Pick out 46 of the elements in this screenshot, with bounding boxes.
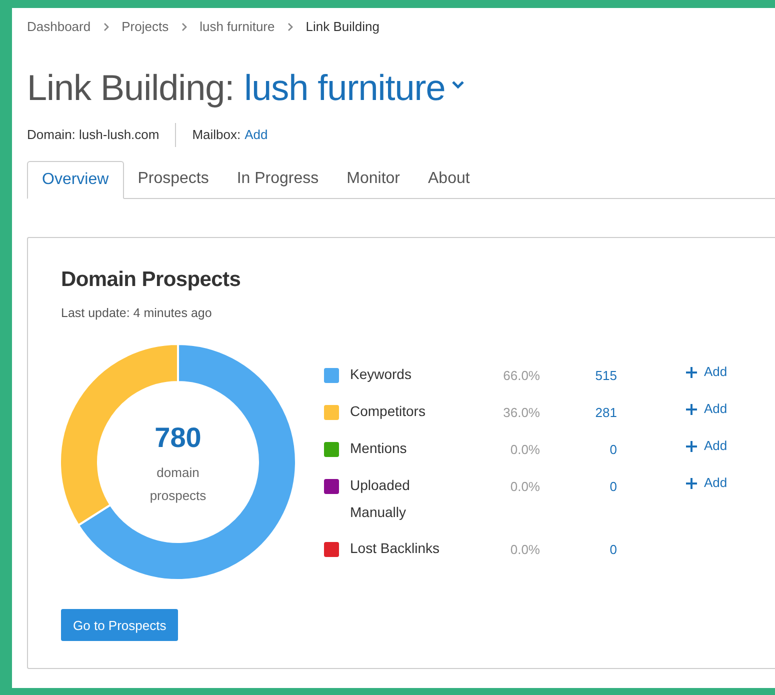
percent-text: 0.0% (509, 541, 540, 560)
percent-text: 36.0% (502, 404, 540, 422)
legend-label: Competitors (350, 402, 426, 422)
add-button[interactable]: Add (685, 473, 728, 493)
project-name[interactable]: lush furniture (244, 61, 446, 115)
card-title: Domain Prospects (61, 267, 242, 293)
chevron-down-icon[interactable] (451, 80, 466, 90)
legend-label: Keywords (350, 365, 412, 384)
legend-label: Mentions (350, 439, 408, 458)
mailbox-label: Mailbox: (192, 126, 241, 144)
chevron-right-icon (102, 22, 110, 32)
breadcrumb-link[interactable]: lush furniture (200, 17, 275, 37)
plus-icon (685, 440, 698, 452)
add-button[interactable]: Add (685, 436, 728, 456)
last-update-text: Last update: 4 minutes ago (61, 304, 213, 322)
total-count: 780 (154, 421, 202, 456)
go-to-prospects-button[interactable]: Go to Prospects (61, 609, 178, 642)
breadcrumb-link[interactable]: Projects (122, 17, 169, 37)
plus-icon (685, 402, 698, 416)
count-link[interactable]: 281 (540, 403, 617, 423)
tab[interactable]: About (414, 160, 484, 198)
legend-label: Uploaded Manually (350, 476, 411, 522)
tab[interactable]: Monitor (332, 160, 414, 198)
total-label: domain prospects (148, 464, 208, 506)
breadcrumb-current: Link Building (306, 18, 380, 36)
count-link[interactable]: 0 (540, 440, 617, 460)
count-link[interactable]: 515 (540, 366, 617, 386)
tab[interactable]: Overview (27, 161, 124, 199)
percent-text: 0.0% (509, 441, 540, 460)
tab[interactable]: In Progress (222, 160, 333, 198)
add-mailbox-link[interactable]: Add (244, 125, 268, 145)
chevron-right-icon (180, 22, 188, 32)
breadcrumb-link[interactable]: Dashboard (27, 17, 91, 37)
chevron-right-icon (286, 22, 294, 32)
page-title: Link Building: (27, 66, 234, 110)
count-link[interactable]: 0 (540, 477, 617, 497)
add-button[interactable]: Add (685, 399, 728, 419)
percent-text: 0.0% (509, 478, 540, 496)
plus-icon (685, 366, 698, 378)
plus-icon (685, 476, 698, 490)
tab[interactable]: Prospects (124, 160, 223, 198)
count-link[interactable]: 0 (540, 540, 617, 560)
add-button[interactable]: Add (685, 362, 728, 382)
legend-label: Lost Backlinks (350, 539, 440, 558)
percent-text: 66.0% (502, 367, 540, 386)
domain-text: Domain: lush-lush.com (27, 126, 160, 144)
